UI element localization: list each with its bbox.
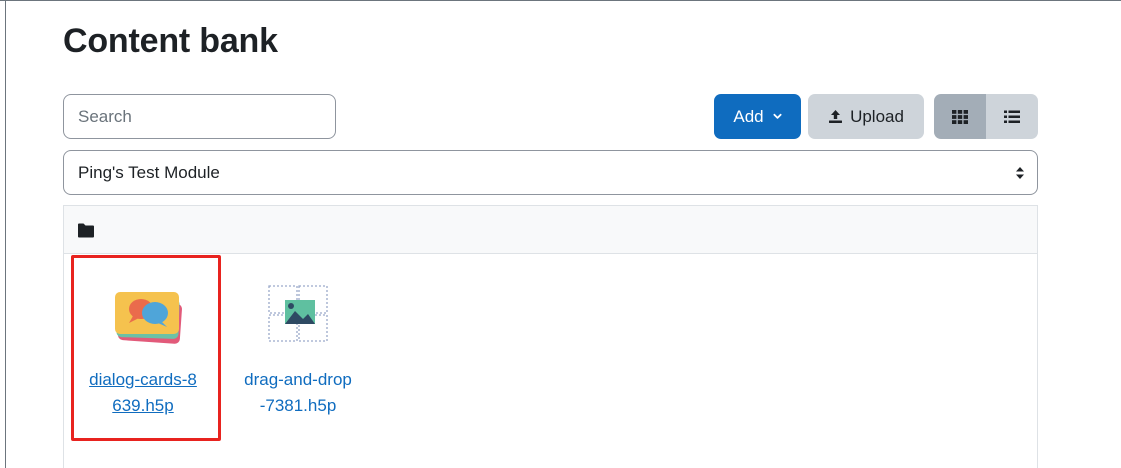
context-select-value: Ping's Test Module xyxy=(78,162,220,182)
file-link-dialog-cards[interactable]: dialog-cards-8 639.h5p xyxy=(71,367,215,419)
grid-view-icon xyxy=(952,109,968,124)
file-name-line2: 639.h5p xyxy=(112,396,174,415)
add-button-label: Add xyxy=(733,106,764,126)
file-item-drag-and-drop[interactable]: drag-and-drop -7381.h5p xyxy=(223,255,373,441)
file-name-line2: -7381.h5p xyxy=(259,396,337,415)
list-view-icon xyxy=(1004,110,1020,123)
folder-icon[interactable] xyxy=(77,223,95,238)
drag-and-drop-icon xyxy=(268,285,328,342)
add-button[interactable]: Add xyxy=(714,94,801,139)
breadcrumb xyxy=(64,206,1037,254)
window-top-border xyxy=(0,0,1121,1)
upload-button-label: Upload xyxy=(850,106,904,126)
file-link-drag-and-drop[interactable]: drag-and-drop -7381.h5p xyxy=(223,367,373,419)
select-arrows-icon xyxy=(1016,167,1024,179)
file-name-line1: drag-and-drop xyxy=(244,370,352,389)
window-left-border xyxy=(5,0,6,468)
file-name-line1: dialog-cards-8 xyxy=(89,370,197,389)
chevron-down-icon xyxy=(773,113,782,119)
search-input[interactable] xyxy=(63,94,336,139)
dialog-cards-icon xyxy=(115,292,182,344)
grid-view-button[interactable] xyxy=(934,94,986,139)
list-view-button[interactable] xyxy=(986,94,1038,139)
context-select[interactable]: Ping's Test Module xyxy=(63,150,1038,195)
file-item-dialog-cards[interactable]: dialog-cards-8 639.h5p xyxy=(71,255,221,441)
upload-icon xyxy=(829,110,843,123)
page-title: Content bank xyxy=(63,22,278,60)
upload-button[interactable]: Upload xyxy=(808,94,924,139)
